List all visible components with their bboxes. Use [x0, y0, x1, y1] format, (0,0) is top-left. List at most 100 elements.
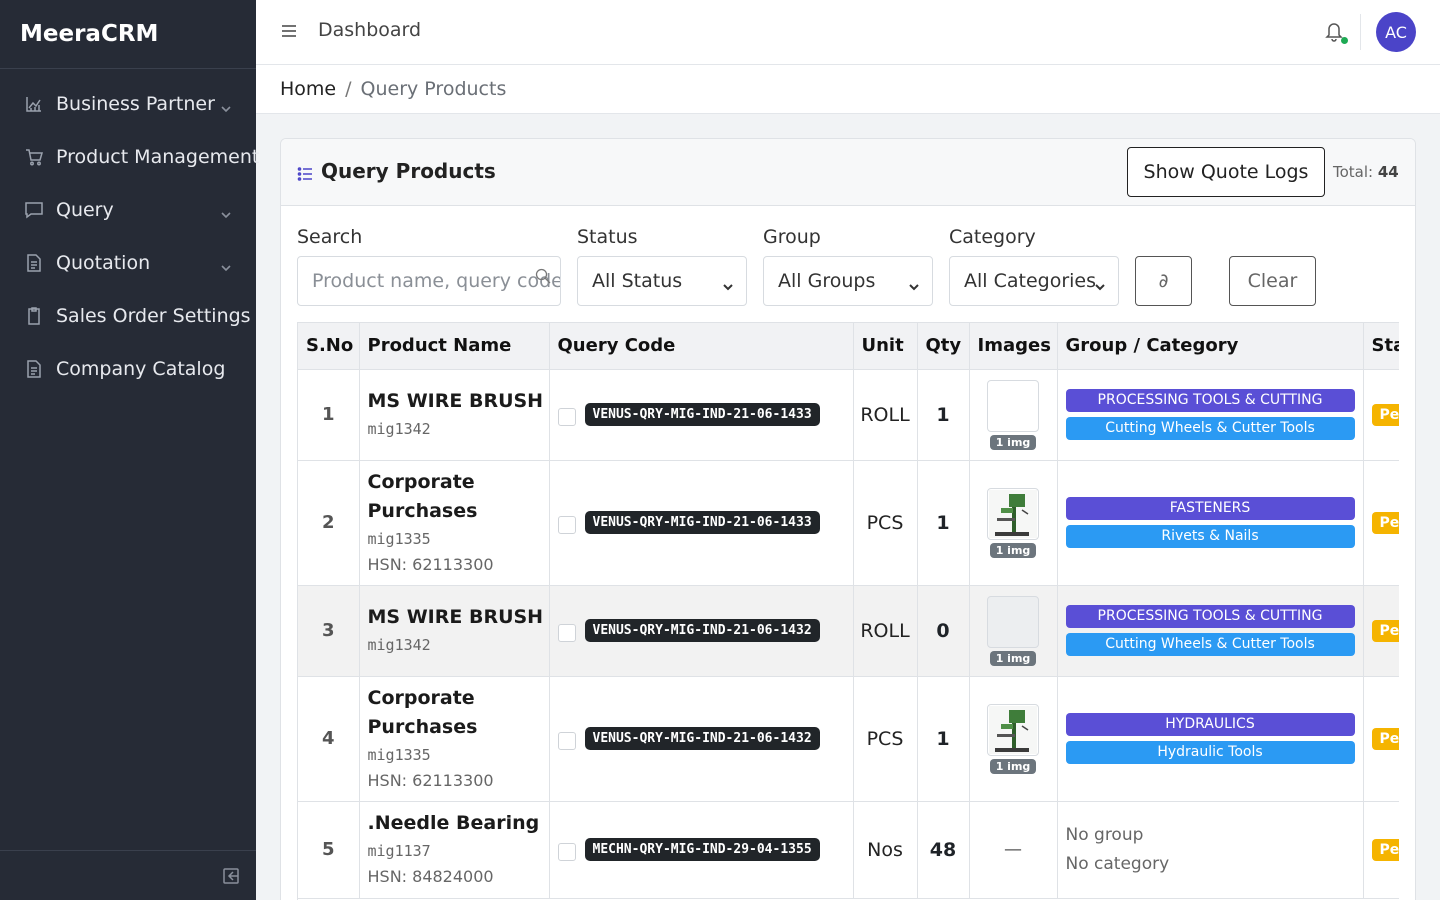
row-sno: 3: [298, 585, 360, 677]
chart-icon: [24, 94, 44, 114]
group-category-cell: No group No category: [1057, 801, 1364, 899]
query-code-cell: MECHN-QRY-MIG-IND-29-04-1355: [549, 801, 854, 899]
collapse-sidebar-icon[interactable]: [222, 867, 240, 885]
images-cell: 1 img: [969, 676, 1058, 802]
group-category-cell: PROCESSING TOOLS & CUTTING Cutting Wheel…: [1057, 585, 1364, 677]
col-header-unit[interactable]: Unit: [853, 323, 918, 370]
page-title: Dashboard: [318, 19, 422, 41]
row-checkbox[interactable]: [557, 623, 576, 642]
sidebar-item-sales-order-settings[interactable]: Sales Order Settings: [0, 289, 256, 342]
group-label: Group: [763, 226, 821, 248]
clear-button[interactable]: Clear: [1229, 256, 1316, 306]
product-name[interactable]: Corporate Purchases: [368, 468, 549, 526]
table-row[interactable]: 4 Corporate Purchases mig1335 HSN: 62113…: [298, 676, 1399, 802]
sidebar-item-label: Sales Order Settings: [56, 304, 251, 327]
row-sno: 4: [298, 676, 360, 802]
search-placeholder: Product name, query code: [312, 270, 561, 292]
product-code: mig1137: [367, 842, 431, 860]
products-table-wrapper[interactable]: S.No Product Name Query Code Unit Qty Im…: [297, 322, 1399, 900]
chevron-down-icon: [908, 276, 920, 291]
clipboard-icon: [24, 306, 44, 326]
brand-logo[interactable]: MeeraCRM: [0, 0, 256, 69]
status-cell: Pe: [1363, 676, 1399, 802]
row-sno: 2: [298, 460, 360, 586]
sidebar-item-business-partner[interactable]: Business Partner: [0, 77, 256, 130]
breadcrumb-home-link[interactable]: Home: [280, 78, 336, 100]
sidebar-item-query[interactable]: Query: [0, 183, 256, 236]
table-row[interactable]: 5 .Needle Bearing mig1137 HSN: 84824000 …: [298, 801, 1399, 899]
row-checkbox[interactable]: [557, 407, 576, 426]
group-badge: PROCESSING TOOLS & CUTTING: [1065, 605, 1355, 628]
group-select[interactable]: All Groups: [763, 256, 933, 306]
query-products-card: Query Products Show Quote Logs Total: 44…: [280, 138, 1416, 900]
product-cell: .Needle Bearing mig1137 HSN: 84824000: [359, 801, 550, 899]
images-cell: 1 img: [969, 460, 1058, 586]
row-checkbox[interactable]: [557, 842, 576, 861]
breadcrumb: Home / Query Products: [256, 65, 1440, 114]
status-badge: Pe: [1371, 512, 1399, 534]
sidebar: MeeraCRM Business Partner Product Manage…: [0, 0, 259, 900]
category-badge: Cutting Wheels & Cutter Tools: [1065, 633, 1355, 656]
status-badge: Pe: [1371, 620, 1399, 642]
unit-cell: ROLL: [853, 585, 918, 677]
unit-cell: Nos: [853, 801, 918, 899]
show-quote-logs-button[interactable]: Show Quote Logs: [1127, 147, 1325, 197]
table-header-row: S.No Product Name Query Code Unit Qty Im…: [298, 323, 1399, 370]
query-code-cell: VENUS-QRY-MIG-IND-21-06-1433: [549, 460, 854, 586]
group-badge: FASTENERS: [1065, 497, 1355, 520]
status-cell: Pe: [1363, 369, 1399, 461]
col-header-qty[interactable]: Qty: [917, 323, 970, 370]
table-row[interactable]: 1 MS WIRE BRUSH mig1342 VENUS-QRY-MIG-IN…: [298, 369, 1399, 461]
chevron-down-icon: [722, 276, 734, 291]
group-category-cell: FASTENERS Rivets & Nails: [1057, 460, 1364, 586]
product-cell: MS WIRE BRUSH mig1342: [359, 585, 550, 677]
qty-cell: 1: [917, 676, 970, 802]
product-name[interactable]: MS WIRE BRUSH: [368, 387, 549, 416]
table-row[interactable]: 3 MS WIRE BRUSH mig1342 VENUS-QRY-MIG-IN…: [298, 585, 1399, 677]
drill-press-image: [989, 705, 1037, 754]
query-code-cell: VENUS-QRY-MIG-IND-21-06-1432: [549, 676, 854, 802]
status-badge: Pe: [1371, 728, 1399, 750]
search-input[interactable]: Product name, query code: [297, 256, 561, 306]
drill-press-image: [989, 489, 1037, 538]
chevron-down-icon: [220, 98, 232, 112]
image-thumbnail[interactable]: [987, 703, 1039, 756]
product-cell: Corporate Purchases mig1335 HSN: 6211330…: [359, 676, 550, 802]
total-label: Total:: [1333, 163, 1374, 181]
product-name[interactable]: Corporate Purchases: [368, 684, 549, 742]
image-thumbnail[interactable]: [987, 379, 1039, 432]
category-select-value: All Categories: [964, 270, 1097, 292]
image-thumbnail[interactable]: [987, 487, 1039, 540]
image-thumbnail[interactable]: [987, 595, 1039, 648]
row-checkbox[interactable]: [557, 515, 576, 534]
document-icon: [24, 359, 44, 379]
status-cell: Pe: [1363, 585, 1399, 677]
query-code-badge: VENUS-QRY-MIG-IND-21-06-1432: [584, 727, 820, 750]
table-row[interactable]: 2 Corporate Purchases mig1335 HSN: 62113…: [298, 460, 1399, 586]
group-select-value: All Groups: [778, 270, 876, 292]
row-sno: 5: [298, 801, 360, 899]
group-category-cell: PROCESSING TOOLS & CUTTING Cutting Wheel…: [1057, 369, 1364, 461]
col-header-product-name[interactable]: Product Name: [359, 323, 550, 370]
row-checkbox[interactable]: [557, 731, 576, 750]
col-header-images[interactable]: Images: [969, 323, 1058, 370]
images-cell: 1 img: [969, 369, 1058, 461]
sidebar-item-company-catalog[interactable]: Company Catalog: [0, 342, 256, 395]
sidebar-item-quotation[interactable]: Quotation: [0, 236, 256, 289]
status-select[interactable]: All Status: [577, 256, 747, 306]
message-icon: [24, 200, 44, 220]
sidebar-item-product-management[interactable]: Product Management: [0, 130, 259, 183]
product-code: mig1335: [367, 529, 431, 548]
product-code: mig1335: [367, 745, 431, 764]
col-header-group-category[interactable]: Group / Category: [1057, 323, 1364, 370]
product-name[interactable]: .Needle Bearing: [368, 809, 549, 838]
col-header-sno[interactable]: S.No: [298, 323, 360, 370]
menu-toggle-icon[interactable]: [280, 22, 298, 40]
unit-cell: PCS: [853, 676, 918, 802]
product-name[interactable]: MS WIRE BRUSH: [368, 603, 549, 632]
col-header-status[interactable]: Sta: [1363, 323, 1399, 370]
col-header-query-code[interactable]: Query Code: [549, 323, 854, 370]
refresh-button[interactable]: ∂: [1135, 256, 1192, 306]
avatar[interactable]: AC: [1376, 12, 1416, 52]
category-select[interactable]: All Categories: [949, 256, 1119, 306]
